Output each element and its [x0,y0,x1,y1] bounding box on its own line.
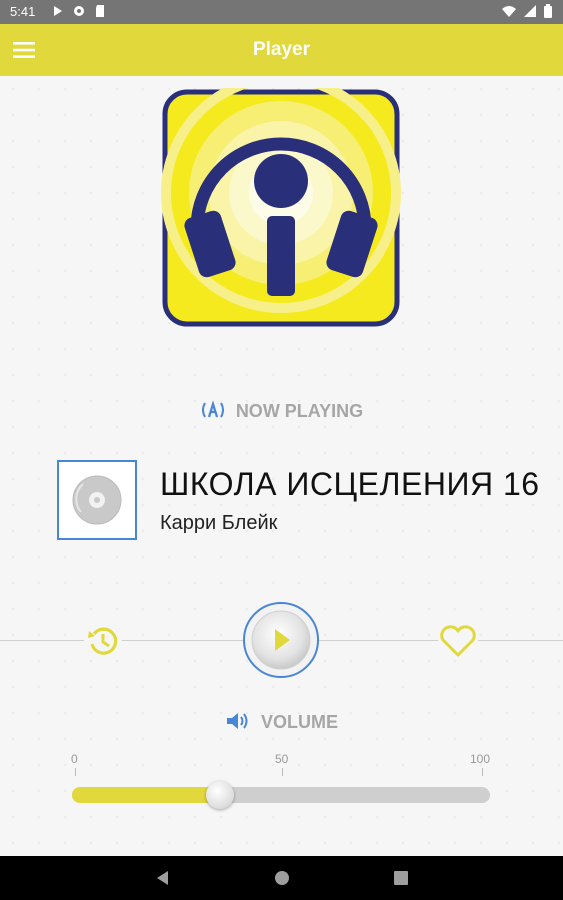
app-bar: Player [0,24,563,76]
disc-icon [72,475,122,525]
page-title: Player [252,39,311,60]
track-title: ШКОЛА ИСЦЕЛЕНИЯ 16 [160,466,540,502]
play-icon [54,6,62,16]
volume-slider-knob[interactable] [205,781,234,809]
status-left-icons [52,3,106,19]
now-playing-label: NOW PLAYING [0,400,563,422]
now-playing-text: NOW PLAYING [235,401,364,421]
volume-tick-0: 0 [71,752,78,766]
volume-tick-100: 100 [470,752,491,766]
track-artist: Карри Блейк [160,512,278,534]
volume-text: VOLUME [260,712,338,732]
volume-slider-track[interactable] [72,787,490,803]
status-bar: 5:41 [0,0,563,24]
home-icon[interactable] [272,868,292,888]
play-button[interactable] [242,601,320,679]
volume-label: VOLUME [0,710,563,733]
signal-icon [524,5,536,17]
volume-tick-mark [75,768,76,776]
status-time: 5:41 [10,4,36,19]
wifi-icon [502,6,516,17]
sd-card-icon [96,5,104,17]
status-right-icons [501,3,553,19]
back-icon[interactable] [154,868,172,888]
volume-tick-50: 50 [275,752,289,766]
battery-icon [544,4,552,18]
broadcast-icon [201,400,224,418]
recents-icon[interactable] [392,868,410,888]
system-nav-bar [0,856,563,900]
volume-tick-mark [282,768,283,776]
speaker-icon [226,713,248,729]
volume-tick-mark [482,768,483,776]
history-icon[interactable] [84,622,122,660]
heart-icon[interactable] [438,622,478,660]
podcast-microphone-headphones-logo [161,88,401,327]
track-thumbnail [57,460,137,540]
volume-slider-fill [72,787,220,803]
gear-icon [74,6,84,16]
